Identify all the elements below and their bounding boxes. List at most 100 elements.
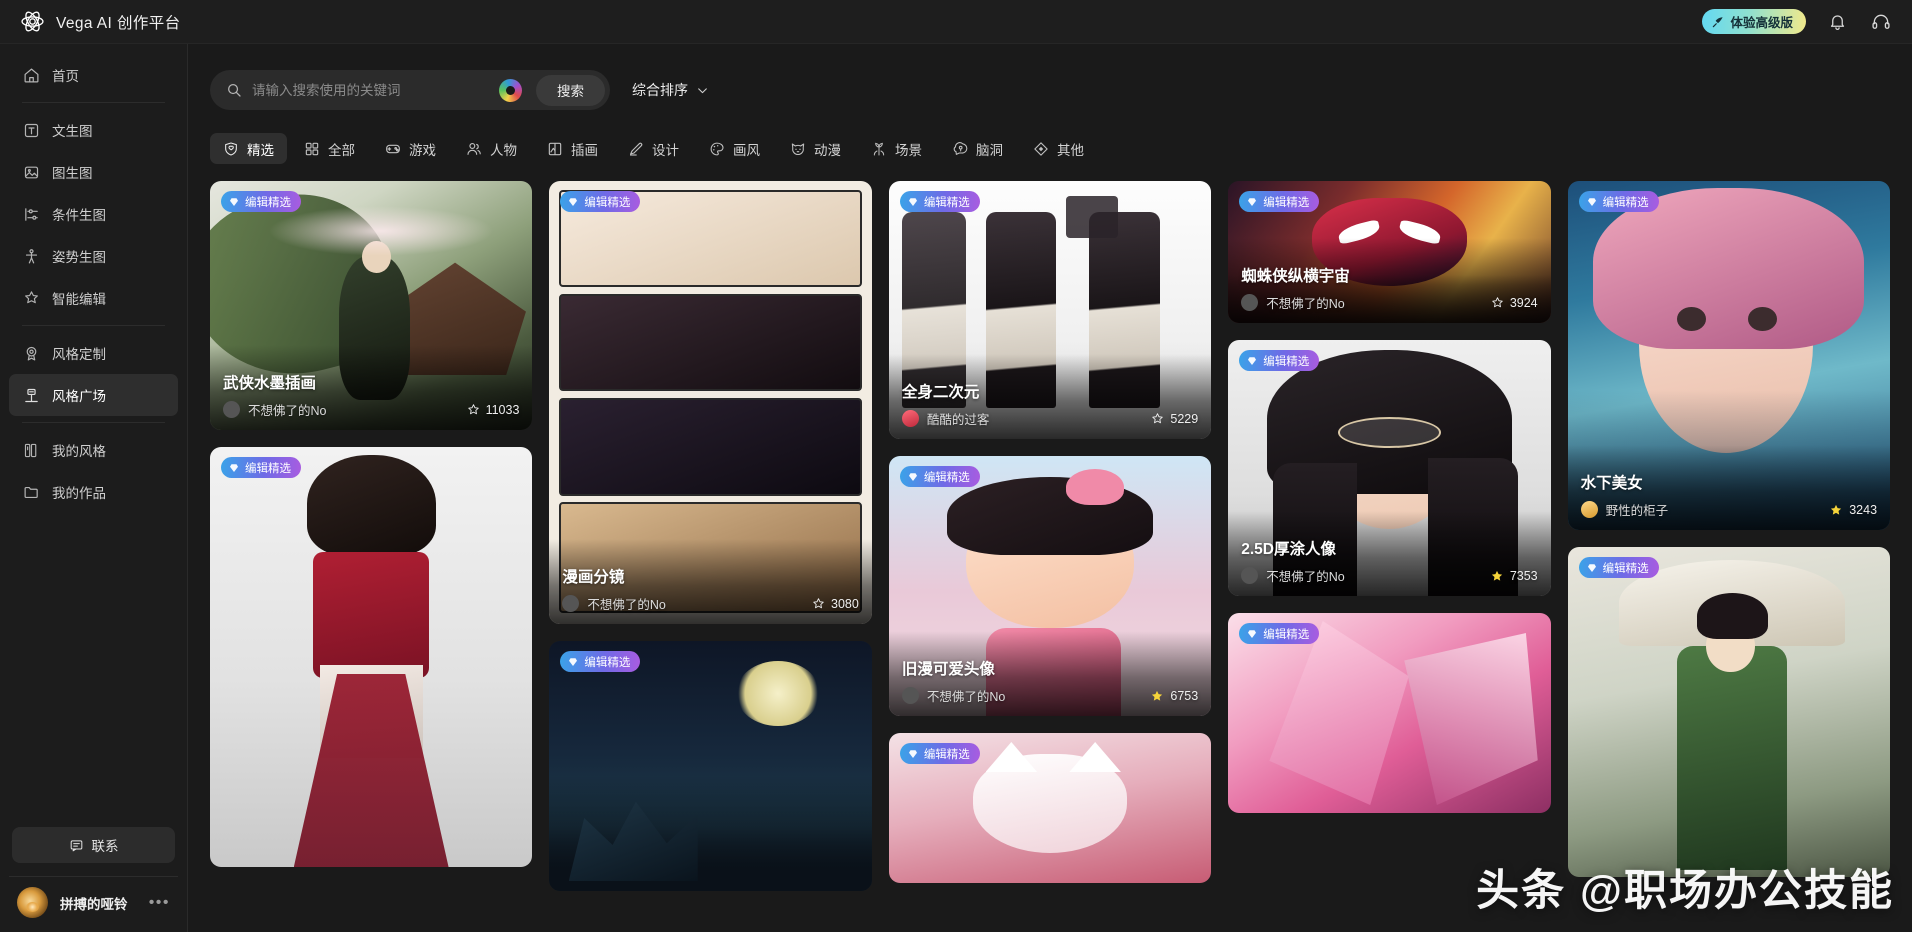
support-button[interactable] xyxy=(1868,9,1894,35)
star-count: 5229 xyxy=(1170,411,1199,426)
profile-more-button[interactable]: ••• xyxy=(149,894,170,910)
sidebar-item-image-to-image[interactable]: 图生图 xyxy=(9,151,178,193)
tab-label: 其他 xyxy=(1057,142,1084,158)
gallery-column-1: 编辑精选 武侠水墨插画 不想佛了的No 11033 编辑精选 xyxy=(210,181,533,867)
tab-other[interactable]: 其他 xyxy=(1020,133,1097,164)
star-outline-icon xyxy=(1492,297,1503,308)
brain-icon xyxy=(952,141,968,157)
style-card[interactable]: 编辑精选 武侠水墨插画 不想佛了的No 11033 xyxy=(210,181,533,430)
tab-label: 插画 xyxy=(571,142,598,158)
sidebar-divider xyxy=(22,325,165,326)
main-header: 搜索 综合排序 xyxy=(188,44,1912,164)
tab-design[interactable]: 设计 xyxy=(615,133,692,164)
badge-label: 编辑精选 xyxy=(584,196,631,209)
sidebar-item-style-custom[interactable]: 风格定制 xyxy=(9,332,178,374)
card-author: 不想佛了的No xyxy=(1266,297,1345,311)
contact-label: 联系 xyxy=(91,839,119,854)
style-card[interactable]: 编辑精选 全身二次元 酷酷的过客 5229 xyxy=(888,181,1212,439)
tab-anime[interactable]: 动漫 xyxy=(777,133,854,164)
gem-icon xyxy=(1248,629,1257,638)
author-avatar xyxy=(1241,567,1259,584)
vega-logo-icon xyxy=(21,11,44,32)
premium-upgrade-button[interactable]: 体验高级版 xyxy=(1702,9,1806,34)
tab-scene[interactable]: 场景 xyxy=(858,133,935,164)
badge-label: 编辑精选 xyxy=(923,471,970,484)
tab-people[interactable]: 人物 xyxy=(453,133,530,164)
style-custom-icon xyxy=(23,345,40,362)
chevron-down-icon xyxy=(698,87,707,93)
star-count: 3924 xyxy=(1509,295,1538,310)
sort-label: 综合排序 xyxy=(632,82,688,98)
card-meta: 不想佛了的No 11033 xyxy=(223,400,519,419)
style-card[interactable]: 编辑精选 漫画分镜 不想佛了的No 3080 xyxy=(549,181,872,624)
sidebar-item-conditional[interactable]: 条件生图 xyxy=(9,193,178,235)
star-filled-icon xyxy=(1152,690,1163,701)
camera-search-icon[interactable] xyxy=(499,78,522,102)
tab-label: 全部 xyxy=(328,142,355,158)
style-card[interactable]: 编辑精选 水下美女 野性的柜子 3243 xyxy=(1567,181,1891,530)
contact-button[interactable]: 联系 xyxy=(12,827,175,863)
gem-icon xyxy=(908,749,917,758)
sidebar-item-pose[interactable]: 姿势生图 xyxy=(9,235,178,277)
sidebar-item-home[interactable]: 首页 xyxy=(9,54,178,96)
home-icon xyxy=(23,67,40,84)
sidebar-item-smart-edit[interactable]: 智能编辑 xyxy=(9,277,178,319)
search-input[interactable] xyxy=(252,82,489,98)
notifications-button[interactable] xyxy=(1824,9,1850,35)
sidebar-item-text-to-image[interactable]: 文生图 xyxy=(9,109,178,151)
tab-label: 动漫 xyxy=(814,142,841,158)
style-card[interactable]: 编辑精选 xyxy=(1228,613,1551,813)
card-title: 旧漫可爱头像 xyxy=(901,661,995,678)
magic-wand-icon xyxy=(23,290,40,307)
editor-pick-badge: 编辑精选 xyxy=(221,191,301,212)
premium-label: 体验高级版 xyxy=(1730,16,1793,30)
gallery-column-5: 编辑精选 水下美女 野性的柜子 3243 编辑精选 xyxy=(1567,181,1891,877)
search-box[interactable]: 搜索 xyxy=(210,70,610,110)
tab-game[interactable]: 游戏 xyxy=(372,133,449,164)
star-outline-icon xyxy=(467,404,479,415)
card-author: 酷酷的过客 xyxy=(926,413,990,427)
style-card[interactable]: 编辑精选 xyxy=(549,641,872,891)
card-stars: 3243 xyxy=(1829,503,1877,517)
tab-featured[interactable]: 精选 xyxy=(210,133,287,164)
style-card[interactable]: 编辑精选 旧漫可爱头像 不想佛了的No 6753 xyxy=(888,456,1212,716)
sidebar-label: 姿势生图 xyxy=(52,250,106,265)
image-to-image-icon xyxy=(23,164,40,181)
sidebar: 首页 文生图 图生图 条件生图 姿势生图 智能编辑 风格定制 风格广场 我的风格… xyxy=(0,44,188,932)
sidebar-item-my-style[interactable]: 我的风格 xyxy=(9,429,178,471)
user-profile[interactable]: 拼搏的哑铃 ••• xyxy=(9,887,178,932)
gem-icon xyxy=(1587,563,1596,572)
editor-pick-badge: 编辑精选 xyxy=(899,466,980,487)
grid-icon xyxy=(304,141,320,157)
star-count: 11033 xyxy=(485,402,520,417)
sidebar-item-style-square[interactable]: 风格广场 xyxy=(9,374,178,416)
badge-label: 编辑精选 xyxy=(584,656,631,669)
card-artwork xyxy=(549,641,872,891)
gallery-column-3: 编辑精选 全身二次元 酷酷的过客 5229 编辑精选 旧漫可爱头像 不想佛了的N… xyxy=(888,181,1212,883)
badge-label: 编辑精选 xyxy=(1602,562,1649,575)
brand[interactable]: Vega AI 创作平台 xyxy=(20,9,181,34)
sort-dropdown[interactable]: 综合排序 xyxy=(632,80,709,100)
tab-art-style[interactable]: 画风 xyxy=(696,133,773,164)
profile-name: 拼搏的哑铃 xyxy=(60,896,128,912)
style-card[interactable]: 编辑精选 蜘蛛侠纵横宇宙 不想佛了的No 3924 xyxy=(1228,181,1551,323)
sidebar-label: 智能编辑 xyxy=(52,292,106,307)
brand-title: Vega AI 创作平台 xyxy=(56,14,181,32)
card-title: 蜘蛛侠纵横宇宙 xyxy=(1241,268,1350,285)
gallery-column-2: 编辑精选 漫画分镜 不想佛了的No 3080 编辑精选 xyxy=(549,181,872,891)
editor-pick-badge: 编辑精选 xyxy=(560,651,641,672)
tab-all[interactable]: 全部 xyxy=(291,133,368,164)
tab-brainstorm[interactable]: 脑洞 xyxy=(939,133,1016,164)
style-card[interactable]: 编辑精选 xyxy=(888,733,1212,883)
sidebar-label: 首页 xyxy=(52,69,79,84)
style-card[interactable]: 编辑精选 2.5D厚涂人像 不想佛了的No 7353 xyxy=(1228,340,1551,596)
search-button[interactable]: 搜索 xyxy=(536,74,605,106)
card-title: 水下美女 xyxy=(1580,475,1643,492)
style-card[interactable]: 编辑精选 xyxy=(210,447,533,867)
sidebar-divider xyxy=(22,102,165,103)
tab-illustration[interactable]: 插画 xyxy=(534,133,611,164)
gem-icon xyxy=(569,197,578,206)
style-card[interactable]: 编辑精选 xyxy=(1567,547,1891,877)
sidebar-item-my-works[interactable]: 我的作品 xyxy=(9,471,178,513)
star-filled-icon xyxy=(1831,504,1842,515)
